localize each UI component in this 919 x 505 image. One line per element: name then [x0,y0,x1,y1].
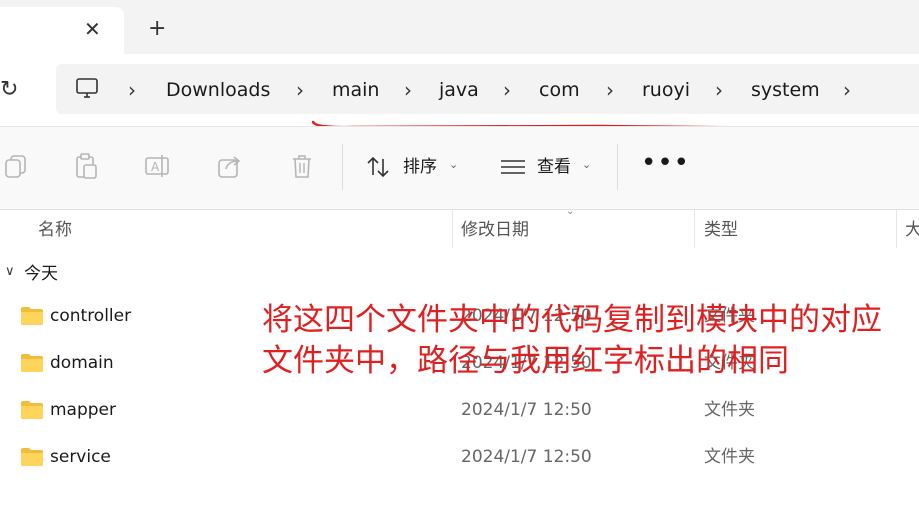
tab-active[interactable] [0,7,124,54]
column-divider[interactable] [452,210,453,248]
new-tab-button[interactable]: + [148,18,166,40]
sort-button[interactable]: 排序 [403,156,437,178]
annotation-text: 将这四个文件夹中的代码复制到模块中的对应 文件夹中，路径与我用红字标出的相同 [262,300,912,382]
command-bar [0,126,919,210]
sort-indicator-icon: ⌄ [566,206,575,217]
share-icon[interactable] [216,152,244,180]
group-header-today[interactable]: 今天 [24,263,58,285]
svg-text:A: A [151,160,160,174]
file-name: service [50,447,111,467]
folder-icon [21,401,43,419]
column-header-name[interactable]: 名称 [38,219,72,241]
column-header-size[interactable]: 大 [905,219,919,241]
file-name: domain [50,353,114,373]
column-header-date[interactable]: 修改日期 [461,219,529,241]
breadcrumb-separator[interactable]: › [404,78,412,102]
breadcrumb-com[interactable]: com [539,78,580,102]
breadcrumb-separator[interactable]: › [128,78,136,102]
breadcrumb-java[interactable]: java [439,78,479,102]
chevron-down-icon[interactable]: ⌄ [449,158,458,171]
breadcrumb-separator[interactable]: › [503,78,511,102]
column-divider[interactable] [694,210,695,248]
delete-icon[interactable] [288,152,316,180]
refresh-icon[interactable]: ↻ [0,78,18,102]
breadcrumb-separator[interactable]: › [296,78,304,102]
toolbar-divider [617,144,618,190]
annotation-line: 将这四个文件夹中的代码复制到模块中的对应 [262,302,882,338]
breadcrumb-separator[interactable]: › [843,78,851,102]
file-row[interactable]: mapper 2024/1/7 12:50 文件夹 [0,388,919,435]
folder-icon [21,448,43,466]
file-date: 2024/1/7 12:50 [461,400,592,420]
view-icon[interactable] [500,158,526,176]
breadcrumb-main[interactable]: main [332,78,379,102]
close-tab-icon[interactable]: ✕ [84,18,101,40]
file-date: 2024/1/7 12:50 [461,447,592,467]
column-divider[interactable] [896,210,897,248]
breadcrumb-system[interactable]: system [751,78,820,102]
column-header-type[interactable]: 类型 [704,219,738,241]
file-type: 文件夹 [704,447,755,467]
rename-icon[interactable]: A [144,152,172,180]
group-collapse-icon[interactable]: ∨ [5,264,15,279]
paste-icon[interactable] [72,152,100,180]
breadcrumb-separator[interactable]: › [606,78,614,102]
chevron-down-icon[interactable]: ⌄ [582,158,591,171]
sort-icon[interactable] [366,156,392,178]
breadcrumb-ruoyi[interactable]: ruoyi [642,78,690,102]
monitor-icon[interactable] [75,78,99,100]
file-name: mapper [50,400,117,420]
breadcrumb-downloads[interactable]: Downloads [166,78,270,102]
view-button[interactable]: 查看 [537,156,571,178]
toolbar-divider [342,144,343,190]
breadcrumb-separator[interactable]: › [715,78,723,102]
tab-bar [0,0,919,54]
folder-icon [21,354,43,372]
annotation-line: 文件夹中，路径与我用红字标出的相同 [262,343,789,379]
more-options-button[interactable]: ••• [641,150,690,176]
folder-icon [21,307,43,325]
file-row[interactable]: service 2024/1/7 12:50 文件夹 [0,435,919,482]
file-type: 文件夹 [704,400,755,420]
copy-icon[interactable] [2,152,30,180]
file-name: controller [50,306,132,326]
